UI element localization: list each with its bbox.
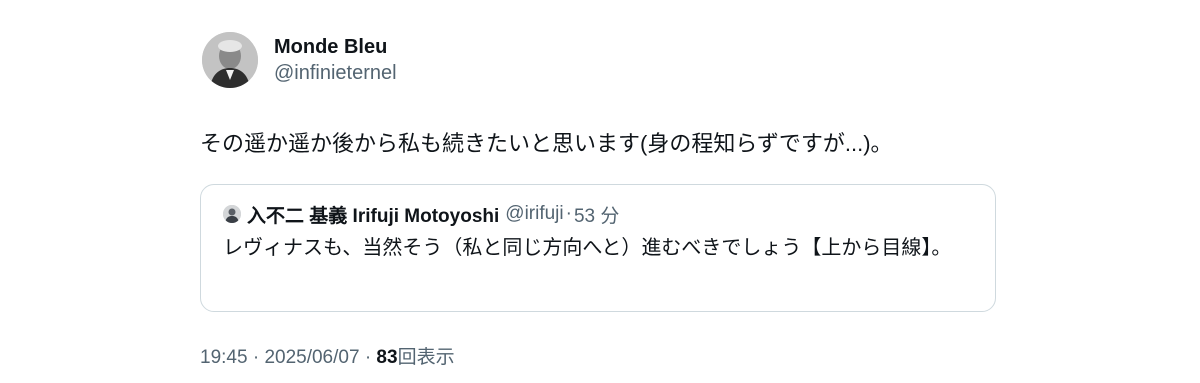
author-display-name[interactable]: Monde Bleu [274, 34, 397, 60]
quoted-post-text: レヴィナスも、当然そう（私と同じ方向へと）進むべきでしょう【上から目線】。 [223, 237, 952, 259]
post-header: Monde Bleu @infinieternel [200, 28, 1000, 92]
profile-photo-icon [223, 205, 241, 223]
quoted-author-name: 入不二 基義 Irifuji Motoyoshi [247, 205, 500, 227]
author-names: Monde Bleu @infinieternel [274, 34, 397, 86]
post: Monde Bleu @infinieternel その遥か遥か後から私も続きた… [200, 28, 1000, 369]
post-text: その遥か遥か後から私も続きたいと思います(身の程知らずですが...)。 [200, 131, 893, 156]
quoted-post-header: 入不二 基義 Irifuji Motoyoshi @irifuji · 53 分 [223, 199, 973, 229]
separator-dot: · [364, 347, 372, 368]
quoted-author-handle: @irifuji [505, 203, 564, 224]
author-avatar[interactable] [202, 32, 258, 88]
views-count: 83 [376, 347, 398, 368]
post-date[interactable]: 2025/06/07 [264, 347, 359, 368]
views-label: 回表示 [397, 347, 455, 368]
profile-photo-icon [202, 32, 258, 88]
quoted-author-avatar [223, 205, 241, 223]
post-meta: 19:45 · 2025/06/07 · 83回表示 [200, 342, 1000, 369]
post-time[interactable]: 19:45 [200, 347, 248, 368]
separator-dot: · [565, 203, 572, 224]
quoted-post-time: 53 分 [573, 205, 620, 227]
author-handle[interactable]: @infinieternel [274, 60, 397, 86]
separator-dot: · [252, 347, 260, 368]
quoted-post[interactable]: 入不二 基義 Irifuji Motoyoshi @irifuji · 53 分… [200, 184, 996, 312]
